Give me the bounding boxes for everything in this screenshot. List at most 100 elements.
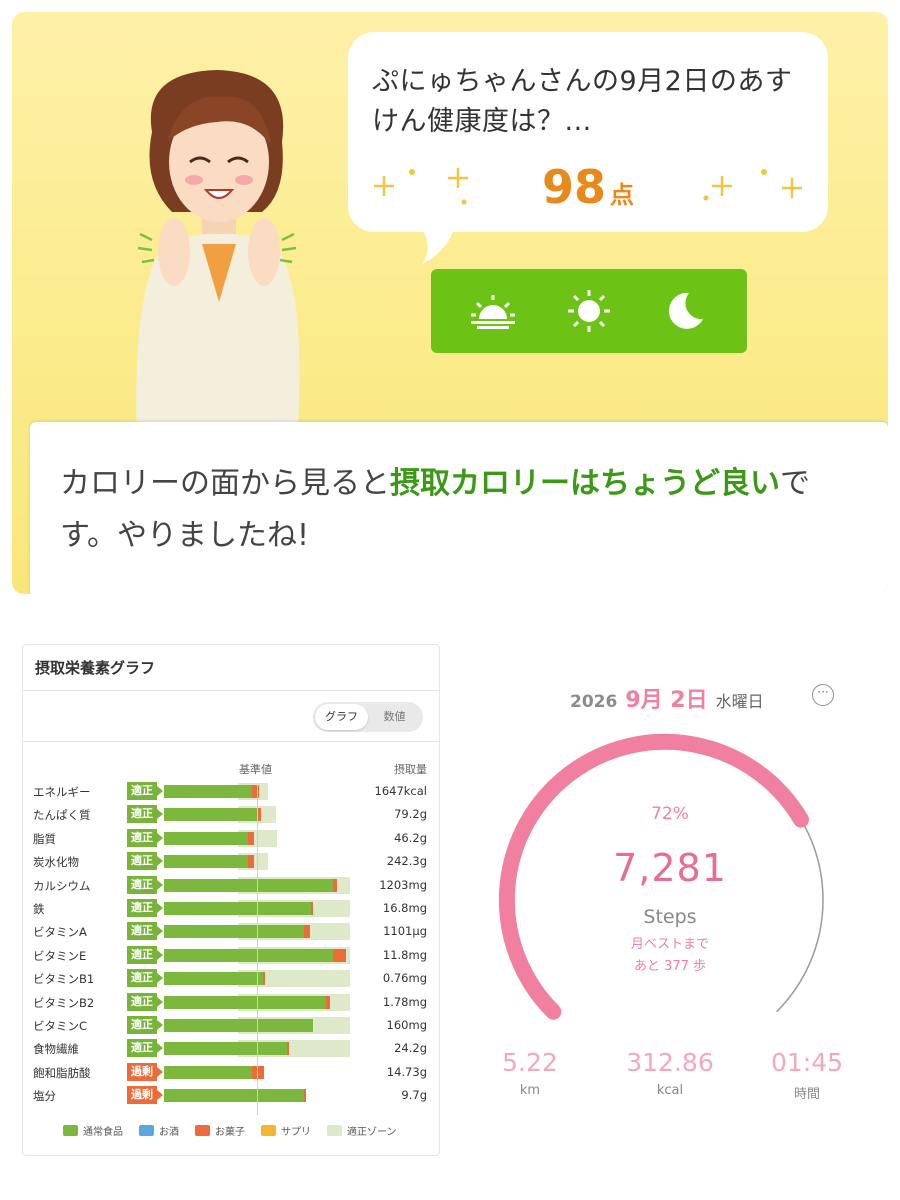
health-score-card: ぷにゅちゃんさんの9月2日のあすけん健康度は？... 98 点 カロリーの面から… [12, 12, 888, 594]
distance-value: 5.22 [502, 1048, 558, 1077]
legend-swatch [327, 1125, 342, 1136]
nutrient-snack-bar [247, 831, 255, 845]
nutrient-value: 0.76mg [382, 971, 427, 986]
advisor-character-illustration [136, 70, 300, 442]
nutrient-row: 飽和脂肪酸 過剰 14.73g [23, 1061, 439, 1084]
nutrient-row: 塩分 過剰 9.7g [23, 1084, 439, 1107]
nutrient-intake-bar [164, 1065, 253, 1079]
nutrient-name: ビタミンA [33, 925, 87, 940]
noon-button[interactable] [554, 276, 624, 346]
nutrient-row: 脂質 適正 46.2g [23, 827, 439, 850]
speech-bubble: ぷにゅちゃんさんの9月2日のあすけん健康度は？... 98 点 [348, 32, 828, 232]
legend-label: サプリ [281, 1127, 311, 1138]
calories-unit: kcal [656, 1083, 684, 1098]
nutrient-name: たんぱく質 [33, 808, 91, 823]
calories-value: 312.86 [626, 1048, 714, 1077]
nutrient-snack-bar [333, 878, 337, 892]
nutrient-intake-bar [164, 1042, 287, 1056]
nutrient-status-badge: 適正 [127, 898, 163, 917]
legend-label: お菓子 [215, 1127, 245, 1138]
nutrient-name: ビタミンE [33, 948, 87, 963]
distance-unit: km [519, 1083, 541, 1098]
graph-tab[interactable]: グラフ [315, 704, 368, 730]
nutrient-value: 1647kcal [374, 784, 428, 798]
time-of-day-toggle [431, 269, 747, 353]
legend-item: 適正ゾーン [327, 1123, 397, 1138]
nutrient-snack-bar [303, 1089, 306, 1103]
nutrient-rows: エネルギー 適正 1647kcal たんぱく質 適正 79.2g 脂質 適正 46.2g 炭水化物… [23, 780, 439, 1107]
nutrient-value: 79.2g [394, 807, 427, 822]
nutrient-name: 炭水化物 [33, 855, 79, 870]
nutrient-graph-panel: 摂取栄養素グラフ グラフ 数値 基準値 摂取量 エネルギー 適正 1647kcal た… [22, 644, 440, 1156]
nutrient-name: 塩分 [33, 1089, 56, 1104]
legend-label: 適正ゾーン [347, 1127, 397, 1138]
best-line-2: あと 377 歩 [633, 959, 707, 974]
nutrient-status-badge: 過剰 [127, 1062, 163, 1081]
nutrient-name: ビタミンB2 [33, 995, 95, 1010]
nutrient-row: 鉄 適正 16.8mg [23, 897, 439, 920]
divider [23, 741, 439, 742]
nutrient-value: 16.8mg [382, 900, 427, 915]
nutrient-value: 11.8mg [382, 947, 427, 962]
score-unit: 点 [610, 181, 634, 209]
nutrient-status-badge: 適正 [127, 852, 163, 871]
graph-numeric-switch: グラフ 数値 [313, 702, 423, 732]
nutrient-intake-bar [164, 972, 263, 986]
steps-count: 7,281 [613, 846, 727, 890]
nutrient-name: 食物繊維 [33, 1042, 79, 1057]
nutrient-status-badge: 適正 [127, 969, 163, 988]
nutrient-value: 1203mg [379, 877, 427, 892]
numeric-tab[interactable]: 数値 [368, 704, 421, 730]
nutrient-name: 鉄 [33, 901, 45, 916]
nutrient-value: 242.3g [386, 854, 427, 869]
nutrient-value: 14.73g [386, 1064, 427, 1079]
nutrient-intake-bar [164, 785, 253, 798]
nutrient-status-badge: 適正 [127, 1015, 163, 1034]
nutrient-status-badge: 適正 [127, 922, 163, 941]
nutrient-name: ビタミンC [33, 1018, 88, 1033]
sunrise-icon [471, 295, 515, 329]
nutrient-row: ビタミンE 適正 11.8mg [23, 944, 439, 967]
legend-item: お菓子 [195, 1123, 245, 1138]
nutrient-row: ビタミンC 適正 160mg [23, 1014, 439, 1037]
nutrient-row: ビタミンB1 適正 0.76mg [23, 967, 439, 990]
legend-item: お酒 [139, 1123, 179, 1138]
sun-icon [568, 290, 610, 332]
speech-bubble-tail [416, 222, 456, 264]
calories-stat: 312.86 kcal [610, 1048, 730, 1098]
message-highlight: 摂取カロリーはちょうど良い [390, 466, 780, 501]
nutrient-legend: 通常食品 お酒 お菓子 サプリ 適正ゾーン [63, 1123, 397, 1138]
nutrient-intake-bar [164, 995, 326, 1009]
legend-swatch [261, 1125, 276, 1136]
nutrient-panel-title: 摂取栄養素グラフ [23, 645, 439, 691]
nutrient-status-badge: 適正 [127, 945, 163, 964]
nutrient-intake-bar [164, 948, 334, 962]
legend-item: 通常食品 [63, 1123, 123, 1138]
advice-message: カロリーの面から見ると摂取カロリーはちょうど良いです。やりましたね! [60, 458, 860, 562]
nutrient-snack-bar [333, 948, 347, 962]
reference-column-header: 基準値 [239, 763, 272, 776]
nutrient-status-badge: 過剰 [127, 1086, 163, 1105]
legend-swatch [195, 1125, 210, 1136]
nutrient-status-badge: 適正 [127, 875, 163, 894]
score-value: 98 [541, 160, 606, 214]
nutrient-intake-bar [164, 878, 334, 892]
reference-line [257, 785, 258, 1115]
morning-button[interactable] [458, 276, 528, 346]
nutrient-status-badge: 適正 [127, 782, 163, 800]
nutrient-value: 9.7g [401, 1088, 427, 1103]
nutrient-value: 1.78mg [382, 994, 427, 1009]
nutrient-intake-bar [164, 808, 257, 822]
legend-item: サプリ [261, 1123, 311, 1138]
legend-label: お酒 [159, 1127, 179, 1138]
duration-stat: 01:45 時間 [747, 1048, 867, 1102]
nutrient-snack-bar [303, 925, 310, 939]
nutrient-intake-bar [164, 831, 248, 845]
nutrient-value: 160mg [386, 1017, 427, 1032]
nutrient-row: 食物繊維 適正 24.2g [23, 1037, 439, 1060]
nutrient-intake-bar [164, 1089, 304, 1103]
night-button[interactable] [650, 276, 720, 346]
duration-value: 01:45 [770, 1048, 844, 1077]
nutrient-name: カルシウム [33, 878, 91, 893]
nutrient-value: 24.2g [394, 1041, 427, 1056]
